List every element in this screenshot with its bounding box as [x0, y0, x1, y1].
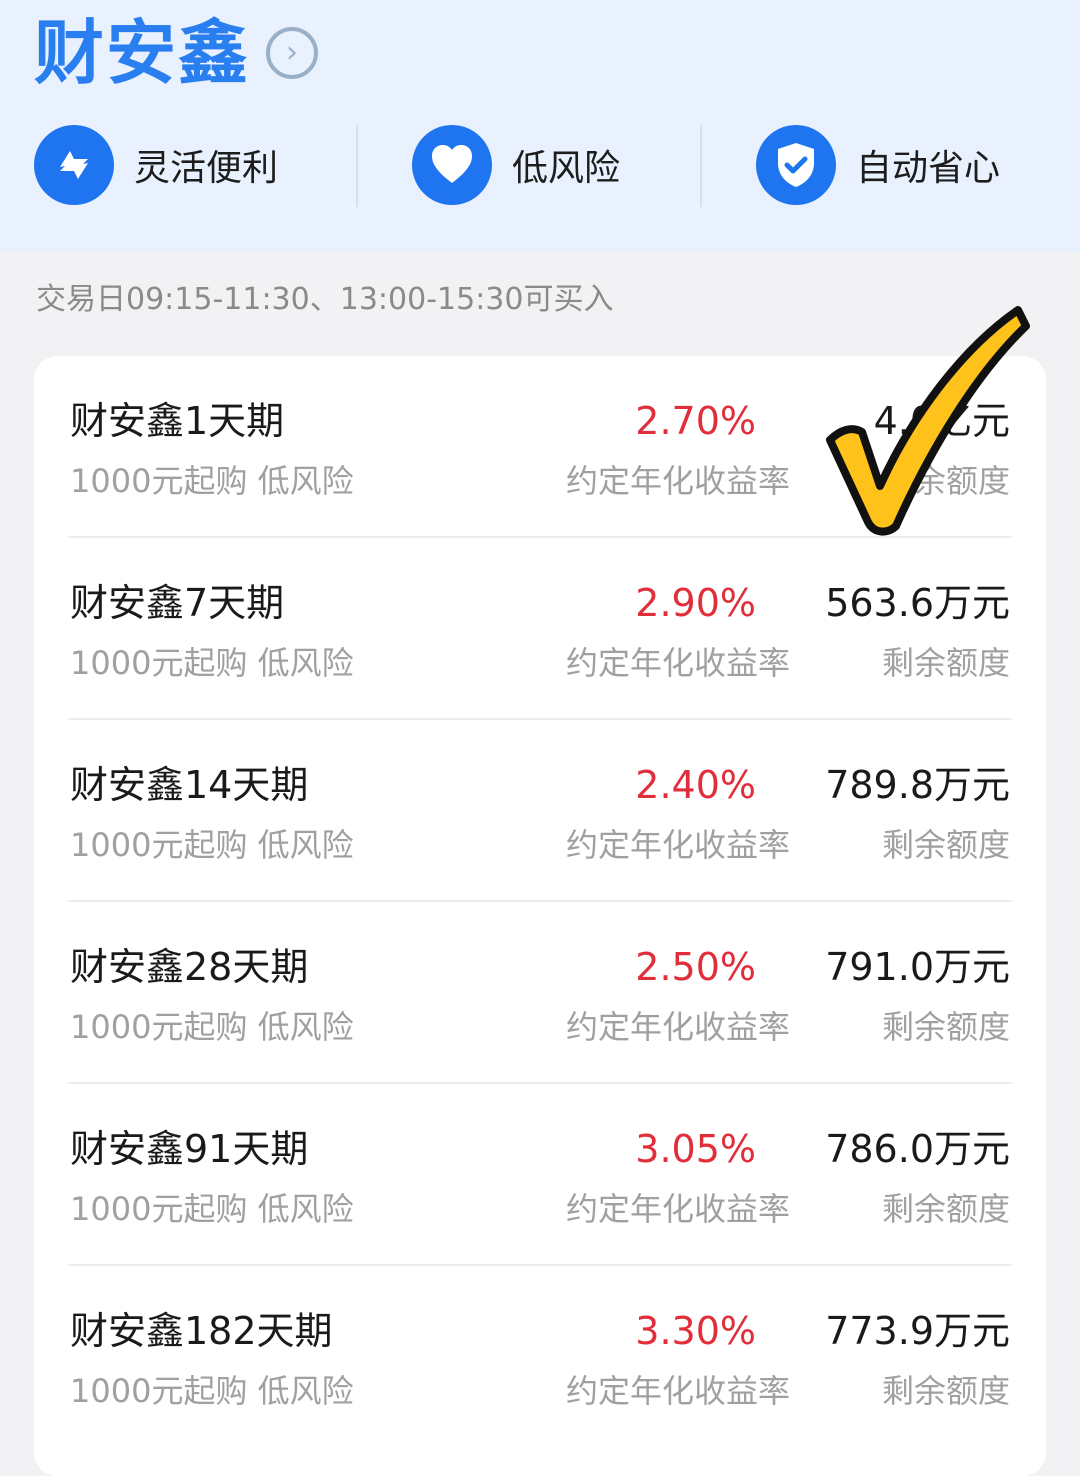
- product-header: 财安鑫 › 灵活便利 低风险 自动省心: [0, 0, 1080, 252]
- annual-rate-label: 约定年化收益率: [565, 644, 790, 682]
- product-row[interactable]: 财安鑫91天期 1000元起购 低风险 3.05% 约定年化收益率 786.0万…: [68, 1084, 1012, 1266]
- product-row[interactable]: 财安鑫28天期 1000元起购 低风险 2.50% 约定年化收益率 791.0万…: [68, 902, 1012, 1084]
- remaining-quota-label: 剩余额度: [881, 1190, 1010, 1228]
- feature-label: 低风险: [512, 148, 621, 189]
- brand-row[interactable]: 财安鑫 ›: [34, 8, 318, 98]
- divider: [356, 125, 358, 207]
- remaining-quota: 773.9万元: [825, 1309, 1010, 1353]
- feature-auto: 自动省心: [756, 125, 1000, 205]
- annual-rate-label: 约定年化收益率: [565, 462, 790, 500]
- product-subtitle: 1000元起购 低风险: [70, 1372, 354, 1410]
- remaining-quota: 563.6万元: [825, 581, 1010, 625]
- product-subtitle: 1000元起购 低风险: [70, 644, 354, 682]
- remaining-quota-label: 剩余额度: [881, 644, 1010, 682]
- remaining-quota: 789.8万元: [825, 763, 1010, 807]
- shield-check-icon: [756, 125, 836, 205]
- remaining-quota: 791.0万元: [825, 945, 1010, 989]
- product-name: 财安鑫14天期: [70, 763, 309, 807]
- feature-low-risk: 低风险: [412, 125, 620, 205]
- product-name: 财安鑫91天期: [70, 1127, 309, 1171]
- product-subtitle: 1000元起购 低风险: [70, 826, 354, 864]
- remaining-quota-label: 剩余额度: [881, 826, 1010, 864]
- trade-hours-hint: 交易日09:15-11:30、13:00-15:30可买入: [36, 282, 614, 317]
- product-row[interactable]: 财安鑫1天期 1000元起购 低风险 2.70% 约定年化收益率 4.0亿元 剩…: [68, 356, 1012, 538]
- annual-rate: 3.30%: [635, 1309, 756, 1353]
- remaining-quota-label: 剩余额度: [881, 1008, 1010, 1046]
- product-row[interactable]: 财安鑫14天期 1000元起购 低风险 2.40% 约定年化收益率 789.8万…: [68, 720, 1012, 902]
- feature-label: 自动省心: [856, 148, 1001, 189]
- remaining-quota-label: 剩余额度: [881, 1372, 1010, 1410]
- heart-icon: [412, 125, 492, 205]
- product-row[interactable]: 财安鑫182天期 1000元起购 低风险 3.30% 约定年化收益率 773.9…: [68, 1266, 1012, 1448]
- product-name: 财安鑫1天期: [70, 399, 285, 443]
- product-list-card: 财安鑫1天期 1000元起购 低风险 2.70% 约定年化收益率 4.0亿元 剩…: [34, 356, 1046, 1476]
- feature-label: 灵活便利: [134, 148, 279, 189]
- annual-rate-label: 约定年化收益率: [565, 826, 790, 864]
- product-subtitle: 1000元起购 低风险: [70, 462, 354, 500]
- refresh-icon: [34, 125, 114, 205]
- brand-title[interactable]: 财安鑫: [34, 8, 250, 98]
- feature-strip: 灵活便利 低风险 自动省心: [0, 120, 1080, 210]
- product-subtitle: 1000元起购 低风险: [70, 1008, 354, 1046]
- product-row[interactable]: 财安鑫7天期 1000元起购 低风险 2.90% 约定年化收益率 563.6万元…: [68, 538, 1012, 720]
- annual-rate: 2.70%: [635, 399, 756, 443]
- remaining-quota: 786.0万元: [825, 1127, 1010, 1171]
- product-subtitle: 1000元起购 低风险: [70, 1190, 354, 1228]
- annual-rate-label: 约定年化收益率: [565, 1190, 790, 1228]
- annual-rate: 2.50%: [635, 945, 756, 989]
- remaining-quota-label: 剩余额度: [881, 462, 1010, 500]
- annual-rate-label: 约定年化收益率: [565, 1008, 790, 1046]
- annual-rate: 2.40%: [635, 763, 756, 807]
- annual-rate: 2.90%: [635, 581, 756, 625]
- product-name: 财安鑫182天期: [70, 1309, 333, 1353]
- chevron-right-icon[interactable]: ›: [266, 27, 318, 79]
- annual-rate-label: 约定年化收益率: [565, 1372, 790, 1410]
- remaining-quota: 4.0亿元: [873, 399, 1010, 443]
- feature-flexible: 灵活便利: [34, 125, 278, 205]
- divider: [700, 125, 702, 207]
- annual-rate: 3.05%: [635, 1127, 756, 1171]
- product-name: 财安鑫7天期: [70, 581, 285, 625]
- product-name: 财安鑫28天期: [70, 945, 309, 989]
